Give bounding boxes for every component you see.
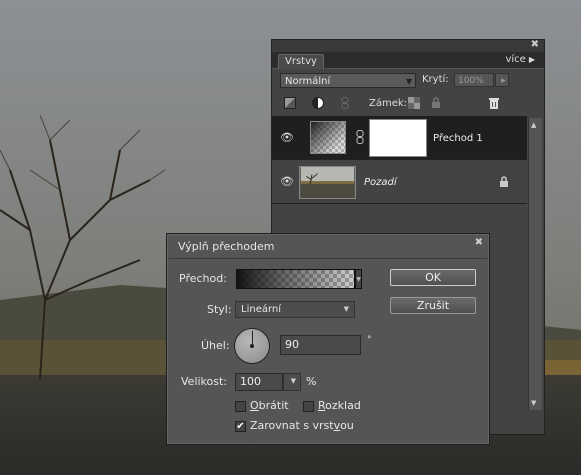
- opacity-dropdown-button[interactable]: ▸: [495, 73, 509, 87]
- layer-tools-row: Zámek:: [272, 91, 544, 115]
- layer-mask-thumbnail: [369, 119, 427, 157]
- angle-dial[interactable]: [234, 328, 270, 364]
- layer-row-gradient[interactable]: 👁 Přechod 1: [272, 116, 527, 160]
- angle-unit: °: [367, 335, 372, 345]
- gradient-dropdown-button[interactable]: ▼: [355, 269, 362, 289]
- blend-mode-value: Normální: [285, 76, 331, 87]
- reverse-label: Obrátit: [250, 399, 289, 412]
- opacity-label: Krytí:: [422, 74, 449, 85]
- scale-dropdown-button[interactable]: ▼: [283, 373, 301, 391]
- dialog-title: Výplň přechodem: [178, 240, 275, 253]
- reverse-checkbox[interactable]: [235, 401, 246, 412]
- style-value: Lineární: [241, 304, 282, 315]
- scale-unit: %: [306, 375, 317, 388]
- panel-close-icon[interactable]: ✖: [531, 39, 539, 50]
- more-label: více: [505, 54, 526, 65]
- scale-input[interactable]: 100: [235, 373, 283, 391]
- panel-title-bar: ✖: [272, 39, 544, 52]
- align-checkbox[interactable]: ✔: [235, 421, 246, 432]
- adjustment-layer-icon[interactable]: [312, 97, 324, 109]
- chevron-down-icon: ▼: [405, 77, 412, 86]
- lock-label: Zámek:: [369, 98, 408, 109]
- reverse-label-text: brátit: [258, 399, 289, 412]
- eye-icon[interactable]: 👁: [280, 175, 294, 188]
- gradient-fill-dialog: Výplň přechodem ✖ Přechod: ▼ OK Zrušit S…: [166, 233, 490, 445]
- gradient-preview[interactable]: [236, 269, 355, 289]
- triangle-right-icon: ▶: [528, 55, 535, 64]
- trash-icon[interactable]: [488, 97, 500, 109]
- link-icon[interactable]: [339, 97, 351, 109]
- scale-label: Velikost:: [181, 375, 228, 388]
- ok-button[interactable]: OK: [390, 269, 476, 286]
- style-select[interactable]: Lineární ▼: [235, 301, 355, 318]
- layers-scrollbar[interactable]: ▲ ▼: [528, 118, 542, 410]
- scroll-down-icon[interactable]: ▼: [531, 399, 536, 407]
- angle-dial-center: [250, 344, 254, 348]
- blend-mode-select[interactable]: Normální ▼: [280, 73, 416, 88]
- tab-layers[interactable]: Vrstvy: [278, 54, 324, 69]
- align-label: Zarovnat s vrstvou: [250, 419, 354, 432]
- gradient-thumbnail: [310, 121, 346, 154]
- layer-name: Přechod 1: [433, 133, 483, 144]
- chain-link-icon[interactable]: [355, 130, 365, 144]
- close-icon[interactable]: ✖: [475, 237, 483, 248]
- dither-checkbox[interactable]: [303, 401, 314, 412]
- angle-input[interactable]: 90: [280, 335, 361, 355]
- lock-icon: [500, 176, 508, 187]
- style-label: Styl:: [207, 303, 232, 316]
- title-divider: [169, 258, 487, 259]
- blend-row: Normální ▼ Krytí: 100% ▸: [272, 69, 544, 91]
- dither-label-text: ozklad: [325, 399, 361, 412]
- angle-label: Úhel:: [201, 339, 230, 352]
- layer-row-background[interactable]: 👁 Pozadí: [272, 160, 527, 204]
- gradient-label: Přechod:: [179, 272, 227, 285]
- scroll-up-icon[interactable]: ▲: [531, 121, 536, 129]
- dither-label: Rozklad: [318, 399, 361, 412]
- cancel-button[interactable]: Zrušit: [390, 297, 476, 314]
- layer-name: Pozadí: [364, 177, 397, 188]
- lock-all-icon[interactable]: [430, 97, 442, 109]
- lock-transparency-icon[interactable]: [408, 97, 420, 109]
- chevron-down-icon: ▼: [343, 305, 349, 313]
- chevron-down-icon: ▼: [290, 377, 296, 385]
- opacity-field[interactable]: 100%: [454, 73, 494, 87]
- eye-icon[interactable]: 👁: [280, 131, 294, 144]
- background-thumbnail: [299, 166, 356, 199]
- more-menu-button[interactable]: více ▶: [505, 54, 535, 65]
- panel-tab-row: Vrstvy více ▶: [272, 52, 544, 69]
- new-layer-icon[interactable]: [284, 97, 296, 109]
